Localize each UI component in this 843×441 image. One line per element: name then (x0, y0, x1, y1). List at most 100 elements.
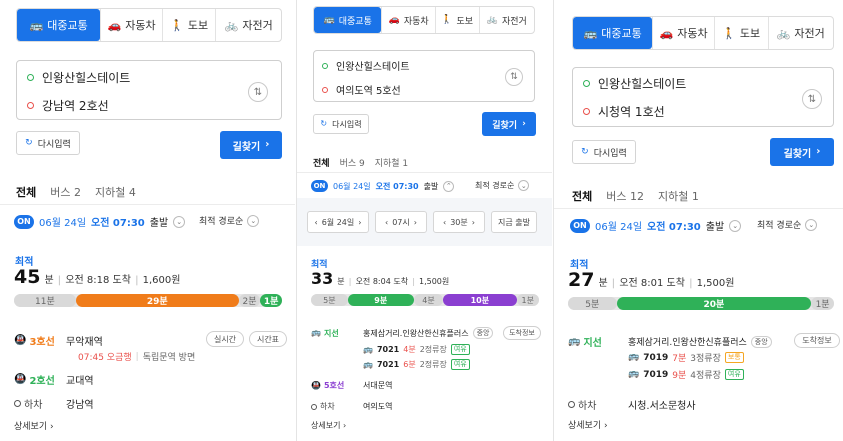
tab-all[interactable]: 전체 (16, 184, 36, 200)
mode-walk[interactable]: 🚶 도보 (161, 9, 216, 41)
route-panel-yeouido: 🚌 대중교통 🚗 자동차 🚶 도보 🚲 자전거 인왕산힐스테이트 여의도역 5호선 ⇅ … (296, 0, 552, 441)
bus-icon: 🚌 (568, 335, 581, 347)
mode-car[interactable]: 🚗 자동차 (652, 17, 714, 49)
details-link[interactable]: 상세보기 › (311, 420, 346, 431)
chevron-up-icon: ⌃ (443, 180, 455, 192)
tab-subway[interactable]: 지하철 4 (95, 184, 136, 200)
bus-icon: 🚌 (628, 352, 640, 362)
ride-segment: 10분 (443, 294, 517, 306)
mode-car[interactable]: 🚗 자동차 (100, 9, 162, 41)
search-button[interactable]: 길찾기 › (482, 112, 536, 136)
subway-icon: 🚇 (14, 373, 27, 385)
subway-icon: 🚇 (14, 334, 27, 346)
mode-transit[interactable]: 🚌 대중교통 (314, 7, 382, 33)
search-button[interactable]: 길찾기 › (220, 131, 282, 159)
bus-icon: 🚌 (311, 328, 321, 337)
crowd-badge: 여유 (450, 344, 470, 355)
date-picker[interactable]: ‹ 6월 24일 › (307, 211, 369, 233)
arrival-time: 오전 8:18 도착 (65, 275, 131, 286)
reset-button[interactable]: ↻ 다시입력 (572, 140, 636, 164)
step-alight: 하차 시청.서소문청사 (568, 397, 696, 412)
bus-icon: 🚌 (363, 359, 373, 369)
on-badge[interactable]: ON (311, 180, 328, 192)
step-bus[interactable]: 🚌 지선 홍제삼거리.인왕산한신휴플러스 중앙 (311, 327, 494, 339)
realtime-button[interactable]: 실시간 (206, 331, 244, 347)
tab-subway[interactable]: 지하철 1 (658, 188, 699, 204)
search-button[interactable]: 길찾기 › (770, 138, 834, 166)
origin-dot-icon (27, 74, 34, 81)
tab-bus[interactable]: 버스 12 (606, 188, 644, 204)
reset-button[interactable]: ↻ 다시입력 (313, 114, 369, 134)
mode-bike[interactable]: 🚲 자전거 (767, 17, 834, 49)
chevron-right-icon: › (265, 139, 270, 150)
sort-select[interactable]: 최적 경로순 ⌄ (475, 180, 530, 191)
mode-car[interactable]: 🚗 자동차 (381, 7, 435, 33)
step-bus[interactable]: 🚌 지선 홍제삼거리.인왕산한신휴플러스 중앙 (568, 334, 772, 349)
chevron-down-icon: ⌄ (805, 218, 818, 231)
divider (554, 208, 843, 209)
step-line3[interactable]: 🚇 3호선 무악재역 (14, 333, 103, 348)
arrival-time: 오전 8:04 도착 (355, 277, 409, 286)
timetable-button[interactable]: 시간표 (249, 331, 287, 347)
bus-arrival-row: 🚌 7021 4분 2정류장 여유 (363, 344, 470, 355)
destination-dot-icon (322, 86, 328, 93)
route-summary: 45 분 | 오전 8:18 도착 | 1,600원 (14, 266, 181, 288)
mode-transit[interactable]: 🚌 대중교통 (573, 17, 653, 49)
departure-row[interactable]: ON 06월 24일 오전 07:30 출발 ⌄ (14, 214, 186, 229)
tab-bus[interactable]: 버스 2 (50, 184, 81, 200)
details-link[interactable]: 상세보기 › (14, 419, 54, 432)
walk-segment: 5분 (311, 294, 348, 306)
destination-field[interactable]: 시청역 1호선 (583, 103, 665, 120)
crowd-badge: 여유 (724, 369, 744, 380)
bike-icon: 🚲 (776, 26, 791, 40)
minute-picker[interactable]: ‹ 30분 › (433, 211, 485, 233)
destination-field[interactable]: 강남역 2호선 (27, 97, 109, 114)
step-line2[interactable]: 🚇 2호선 교대역 (14, 372, 94, 387)
origin-dot-icon (583, 80, 590, 87)
chevron-down-icon: ⌄ (247, 214, 260, 227)
tab-all[interactable]: 전체 (572, 188, 592, 204)
tab-bus[interactable]: 버스 9 (340, 156, 365, 169)
reset-button[interactable]: ↻ 다시입력 (16, 131, 80, 155)
hour-picker[interactable]: ‹ 07시 › (375, 211, 427, 233)
swap-icon[interactable]: ⇅ (248, 82, 268, 102)
bus-icon: 🚌 (29, 18, 44, 32)
bus-icon: 🚌 (628, 369, 640, 379)
mode-walk[interactable]: 🚶 도보 (434, 7, 479, 33)
mode-tabs: 🚌 대중교통 🚗 자동차 🚶 도보 🚲 자전거 (16, 8, 282, 42)
alight-dot-icon (568, 401, 575, 408)
now-depart-button[interactable]: 지금 출발 (491, 211, 537, 233)
mode-transit[interactable]: 🚌 대중교통 (17, 9, 101, 41)
bus-arrival-row: 🚌 7021 6분 2정류장 여유 (363, 359, 470, 370)
on-badge[interactable]: ON (14, 214, 34, 229)
chevron-down-icon: ⌄ (518, 180, 530, 191)
departure-row[interactable]: ON 06월 24일 오전 07:30 출발 ⌃ (311, 180, 455, 192)
mode-bike[interactable]: 🚲 자전거 (478, 7, 535, 33)
divider (297, 172, 552, 173)
details-link[interactable]: 상세보기 › (568, 418, 608, 431)
sort-select[interactable]: 최적 경로순 ⌄ (757, 218, 818, 231)
chevron-right-icon: › (816, 146, 821, 157)
destination-field[interactable]: 여의도역 5호선 (322, 82, 401, 97)
walk-icon: 🚶 (722, 26, 736, 40)
origin-field[interactable]: 인왕산힐스테이트 (322, 58, 410, 73)
swap-icon[interactable]: ⇅ (505, 68, 523, 86)
sort-select[interactable]: 최적 경로순 ⌄ (199, 214, 260, 227)
arrival-info-button[interactable]: 도착정보 (503, 326, 541, 340)
mode-walk[interactable]: 🚶 도보 (713, 17, 768, 49)
on-badge[interactable]: ON (570, 218, 590, 233)
departure-row[interactable]: ON 06월 24일 오전 07:30 출발 ⌄ (570, 218, 742, 233)
route-search-box: 인왕산힐스테이트 시청역 1호선 ⇅ (572, 67, 834, 127)
tab-subway[interactable]: 지하철 1 (375, 156, 408, 169)
origin-field[interactable]: 인왕산힐스테이트 (583, 75, 686, 92)
walk-segment: 1분 (811, 297, 834, 310)
swap-icon[interactable]: ⇅ (802, 89, 822, 109)
tab-all[interactable]: 전체 (313, 156, 330, 169)
mode-bike[interactable]: 🚲 자전거 (215, 9, 281, 41)
duration-minutes: 27 (568, 269, 595, 291)
origin-field[interactable]: 인왕산힐스테이트 (27, 69, 130, 86)
walk-icon: 🚶 (170, 18, 184, 32)
step-line5[interactable]: 🚇 5호선 서대문역 (311, 380, 392, 391)
arrival-info-button[interactable]: 도착정보 (794, 333, 840, 348)
walk-icon: 🚶 (441, 14, 453, 25)
